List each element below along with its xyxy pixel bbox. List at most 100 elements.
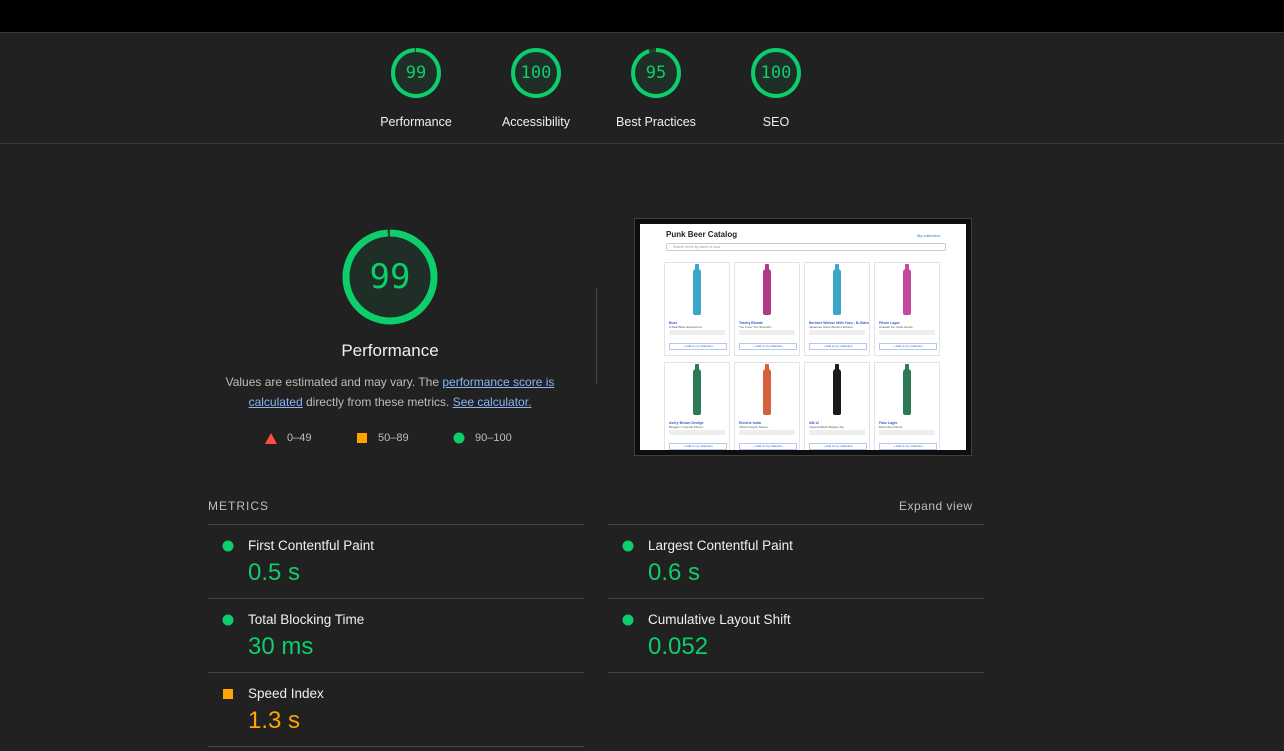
card-add-button: + Add to my collection <box>739 443 797 450</box>
gauge-score: 99 <box>405 63 427 83</box>
gauge-label: SEO <box>762 115 790 129</box>
screenshot-title: Punk Beer Catalog <box>666 230 738 239</box>
bottle-image <box>763 264 771 315</box>
screenshot-card: Buzz A Real Bitter Experience. + Add to my… <box>664 262 730 356</box>
card-description <box>739 430 795 435</box>
card-add-button: + Add to my collection <box>739 343 797 350</box>
screenshot-card: Pilsen Lager Unleash the Yeast Series. + A… <box>874 262 940 356</box>
card-tagline: Japanese Citrus Berliner Weisse. <box>809 325 854 329</box>
performance-title: Performance <box>341 341 439 360</box>
metrics-right-column: Largest Contentful Paint 0.6 s Cumulativ… <box>608 524 984 673</box>
score-summary: 99 Performance 100 Accessibility 95 Best… <box>0 33 1284 144</box>
gauge-ring: 99 <box>390 47 442 99</box>
screenshot-card: Trashy Blonde You Know You Shouldn't + Add… <box>734 262 800 356</box>
bottle-image <box>833 364 841 415</box>
card-description <box>809 330 865 335</box>
square-icon <box>357 433 367 443</box>
gauge-accessibility[interactable]: 100 Accessibility <box>476 47 596 129</box>
performance-gauge: 99 <box>341 228 439 326</box>
divider <box>596 288 597 384</box>
screenshot-page: Punk Beer Catalog My collection Search b… <box>640 224 966 450</box>
gauge-ring: 95 <box>630 47 682 99</box>
performance-score: 99 <box>369 257 411 297</box>
bottle-image <box>903 364 911 415</box>
gauge-ring: 100 <box>510 47 562 99</box>
metric-tbt: Total Blocking Time 30 ms <box>208 598 584 672</box>
pass-circle-icon <box>222 614 234 626</box>
card-description <box>669 330 725 335</box>
metric-title: Speed Index <box>248 686 324 701</box>
expand-view-toggle[interactable]: Expand view <box>899 499 973 513</box>
desc-text: directly from these metrics. <box>302 395 453 409</box>
card-add-button: + Add to my collection <box>809 443 867 450</box>
legend-range: 90–100 <box>475 432 512 444</box>
final-screenshot[interactable]: Punk Beer Catalog My collection Search b… <box>634 218 972 456</box>
screenshot-card: AB:12 Imperial Black Belgian Ale. + Add to… <box>804 362 870 450</box>
card-description <box>879 430 935 435</box>
metric-value: 30 ms <box>248 633 314 660</box>
gauge-score: 100 <box>520 63 552 83</box>
screenshot-collection-link: My collection <box>916 233 940 238</box>
gauge-ring: 100 <box>750 47 802 99</box>
card-description <box>739 330 795 335</box>
metric-title: Total Blocking Time <box>248 612 365 627</box>
metric-speed-index: Speed Index 1.3 s <box>208 672 584 746</box>
metric-title: Cumulative Layout Shift <box>648 612 791 627</box>
card-tagline: Imperial Black Belgian Ale. <box>809 425 845 429</box>
card-add-button: + Add to my collection <box>879 443 937 450</box>
pass-circle-icon <box>622 540 634 552</box>
card-add-button: + Add to my collection <box>809 343 867 350</box>
metrics-left-column: First Contentful Paint 0.5 s Total Block… <box>208 524 584 747</box>
pass-circle-icon <box>622 614 634 626</box>
gauge-score: 95 <box>645 63 667 83</box>
bottle-image <box>763 364 771 415</box>
metric-fcp: First Contentful Paint 0.5 s <box>208 524 584 598</box>
legend-average: 50–89 <box>356 432 409 444</box>
card-tagline: Bohemian Pilsner. <box>879 425 904 429</box>
pass-circle-icon <box>222 540 234 552</box>
bottle-image <box>693 264 701 315</box>
bottle-image <box>903 264 911 315</box>
gauge-best-practices[interactable]: 95 Best Practices <box>596 47 716 129</box>
average-square-icon <box>223 689 233 699</box>
gauge-label: Performance <box>380 115 452 129</box>
metric-title: Largest Contentful Paint <box>648 538 793 553</box>
metrics-divider <box>208 746 584 747</box>
legend-poor: 0–49 <box>265 432 311 444</box>
screenshot-search: Search beers by name or food <box>666 243 946 251</box>
see-calculator-link[interactable]: See calculator. <box>453 395 532 409</box>
triangle-icon <box>265 432 277 444</box>
gauge-seo[interactable]: 100 SEO <box>716 47 836 129</box>
legend-good: 90–100 <box>453 432 512 444</box>
metric-value: 0.052 <box>648 633 709 660</box>
top-toolbar <box>0 0 1284 33</box>
metrics-divider <box>608 672 984 673</box>
card-add-button: + Add to my collection <box>879 343 937 350</box>
card-description <box>809 430 865 435</box>
gauge-performance[interactable]: 99 Performance <box>356 47 476 129</box>
metric-lcp: Largest Contentful Paint 0.6 s <box>608 524 984 598</box>
gauge-score: 100 <box>760 63 792 83</box>
card-tagline: Unleash the Yeast Series. <box>879 325 914 329</box>
card-add-button: + Add to my collection <box>669 443 727 450</box>
metric-value: 1.3 s <box>248 707 301 734</box>
legend-range: 0–49 <box>287 432 312 444</box>
metric-value: 0.6 s <box>648 559 701 586</box>
gauge-label: Best Practices <box>616 115 696 129</box>
legend-range: 50–89 <box>378 432 409 444</box>
card-tagline: A Real Bitter Experience. <box>669 325 703 329</box>
bottle-image <box>833 264 841 315</box>
metric-value: 0.5 s <box>248 559 301 586</box>
screenshot-card: Avery Brown Dredge Bloggers' Imperial Pil… <box>664 362 730 450</box>
screenshot-card: Fake Lager Bohemian Pilsner. + Add to my c… <box>874 362 940 450</box>
card-tagline: You Know You Shouldn't <box>739 325 772 329</box>
gauge-label: Accessibility <box>501 115 571 129</box>
bottle-image <box>693 364 701 415</box>
circle-icon <box>453 432 465 444</box>
performance-description: Values are estimated and may vary. The p… <box>210 372 570 412</box>
card-tagline: Bloggers' Imperial Pilsner. <box>669 425 704 429</box>
card-add-button: + Add to my collection <box>669 343 727 350</box>
metric-title: First Contentful Paint <box>248 538 375 553</box>
screenshot-card: Electric India Vibrant Hoppy Saison. + Add… <box>734 362 800 450</box>
metric-cls: Cumulative Layout Shift 0.052 <box>608 598 984 672</box>
